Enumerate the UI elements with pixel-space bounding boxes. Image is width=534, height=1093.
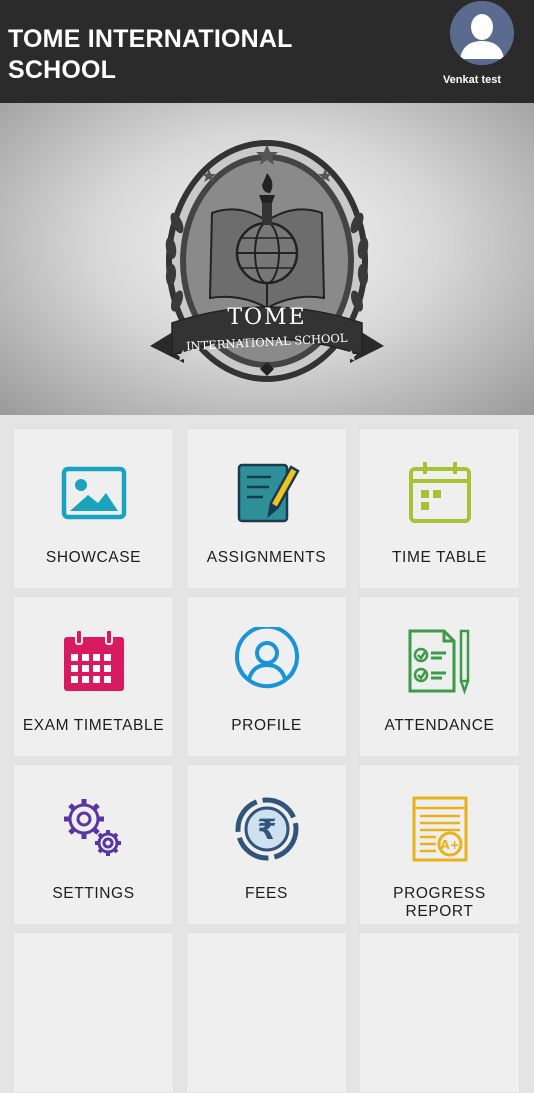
menu-tile-time-table[interactable]: TIME TABLE — [359, 428, 520, 589]
user-name[interactable]: Venkat test — [430, 74, 514, 86]
menu-tile-label: TIME TABLE — [391, 549, 487, 566]
menu-tile-label: ATTENDANCE — [384, 717, 495, 734]
menu-tile-label: SETTINGS — [52, 885, 135, 902]
calendar-grid-icon — [63, 629, 124, 691]
school-logo: TOME INTERNATIONAL SCHOOL — [150, 140, 384, 382]
menu-tile-label: PROFILE — [231, 717, 302, 734]
menu-tile-settings[interactable]: SETTINGS — [13, 764, 174, 925]
checklist-icon — [408, 629, 469, 695]
app-header: TOME INTERNATIONAL SCHOOL Venkat test — [0, 0, 534, 103]
menu-tile-exam-timetable[interactable]: EXAM TIMETABLE — [13, 596, 174, 757]
menu-tile-more[interactable] — [186, 932, 347, 1093]
user-silhouette-icon — [450, 1, 514, 65]
menu-tile-more[interactable] — [13, 932, 174, 1093]
menu-tile-label: ASSIGNMENTS — [206, 549, 327, 566]
menu-tile-attendance[interactable]: ATTENDANCE — [359, 596, 520, 757]
user-avatar[interactable] — [450, 1, 514, 65]
school-banner: TOME INTERNATIONAL SCHOOL — [0, 103, 534, 415]
menu-tile-assignments[interactable]: ASSIGNMENTS — [186, 428, 347, 589]
rupee-coin-icon: ₹ — [235, 797, 298, 861]
menu-tile-fees[interactable]: ₹ FEES — [186, 764, 347, 925]
user-circle-icon — [234, 627, 299, 689]
report-icon: A+ — [412, 796, 467, 862]
menu-tile-label: FEES — [245, 885, 288, 902]
gears-icon — [63, 799, 121, 856]
menu-tile-label: PROGRESS REPORT — [393, 885, 486, 920]
menu-tile-label: SHOWCASE — [45, 549, 142, 566]
image-icon — [61, 466, 126, 520]
logo-name: TOME — [227, 305, 306, 330]
svg-text:A+: A+ — [440, 838, 459, 852]
menu-tile-label: EXAM TIMETABLE — [22, 717, 165, 734]
menu-tile-more[interactable] — [359, 932, 520, 1093]
svg-text:₹: ₹ — [257, 813, 276, 846]
menu-tile-profile[interactable]: PROFILE — [186, 596, 347, 757]
school-title: TOME INTERNATIONAL SCHOOL — [8, 25, 293, 84]
menu-grid: SHOWCASE ASSIGNMENTS TIME TABLE EXAM TIM… — [0, 415, 534, 1093]
calendar-icon — [408, 462, 471, 523]
menu-tile-progress-report[interactable]: A+ PROGRESS REPORT — [359, 764, 520, 925]
menu-tile-showcase[interactable]: SHOWCASE — [13, 428, 174, 589]
notepad-pencil-icon — [237, 463, 300, 523]
